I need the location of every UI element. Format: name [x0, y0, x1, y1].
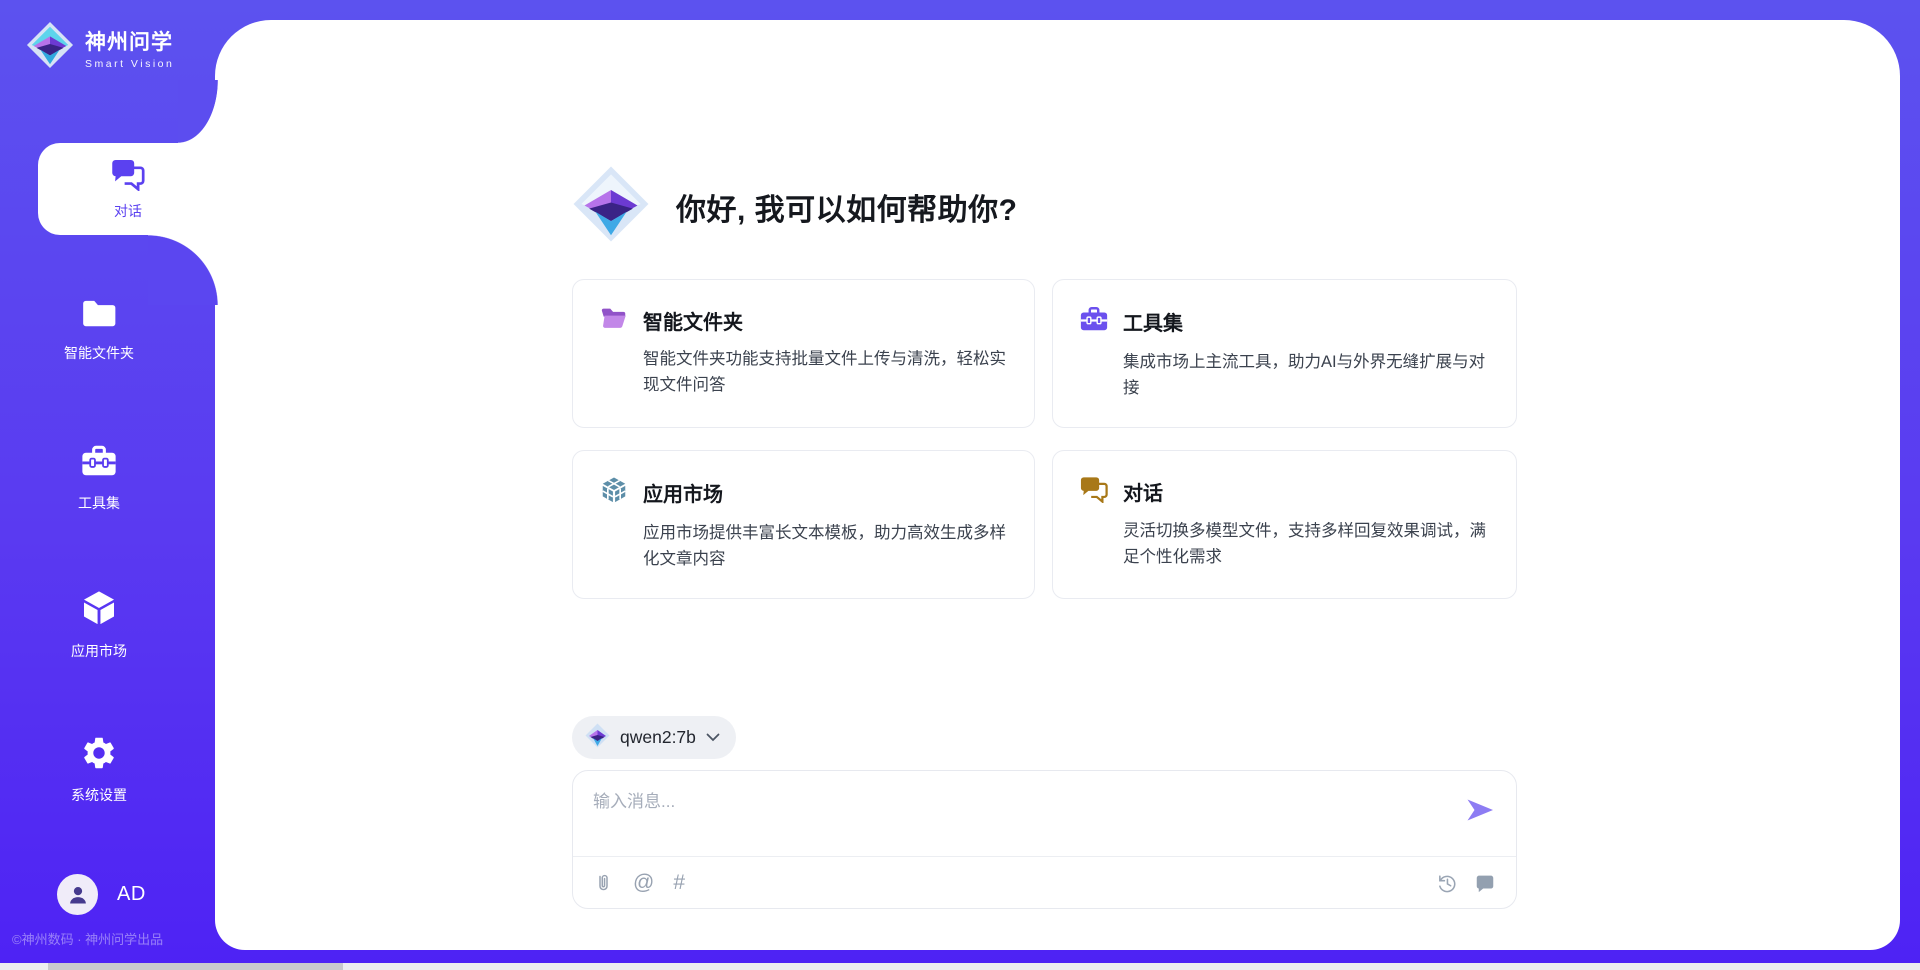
- history-button[interactable]: [1436, 872, 1458, 894]
- history-icon: [1436, 872, 1458, 894]
- tab-fillet-top: [178, 80, 218, 143]
- user-profile[interactable]: AD: [57, 874, 146, 915]
- card-app-market[interactable]: 应用市场 应用市场提供丰富长文本模板，助力高效生成多样化文章内容: [572, 450, 1035, 599]
- brand-logo-icon: [26, 21, 74, 74]
- feedback-bubble-icon: [1474, 872, 1496, 894]
- sidebar-item-smart-folder[interactable]: 智能文件夹: [37, 296, 161, 363]
- card-description: 灵活切换多模型文件，支持多样回复效果调试，满足个性化需求: [1123, 518, 1490, 571]
- card-title: 工具集: [1123, 307, 1183, 336]
- composer-toolbar: @ #: [573, 856, 1516, 908]
- send-button[interactable]: [1464, 794, 1496, 826]
- paperclip-icon: [593, 872, 614, 894]
- sidebar-item-settings[interactable]: 系统设置: [37, 734, 161, 805]
- chevron-down-icon: [706, 729, 720, 747]
- model-selector[interactable]: qwen2:7b: [572, 716, 736, 759]
- message-composer: @ #: [572, 770, 1517, 909]
- person-icon: [66, 883, 90, 906]
- model-name: qwen2:7b: [620, 727, 696, 748]
- chat-icon: [110, 157, 146, 196]
- briefcase-icon: [1079, 304, 1109, 339]
- message-input[interactable]: [593, 787, 1423, 845]
- greeting-title: 你好, 我可以如何帮助你?: [676, 185, 1018, 229]
- sidebar-item-app-market[interactable]: 应用市场: [37, 588, 161, 661]
- card-smart-folder[interactable]: 智能文件夹 智能文件夹功能支持批量文件上传与清洗，轻松实现文件问答: [572, 279, 1035, 428]
- brand-name: 神州问学: [85, 26, 174, 56]
- greeting: 你好, 我可以如何帮助你?: [572, 165, 1018, 248]
- feedback-button[interactable]: [1474, 872, 1496, 894]
- folder-open-icon: [599, 304, 629, 336]
- card-description: 集成市场上主流工具，助力AI与外界无缝扩展与对接: [1123, 349, 1490, 402]
- hashtag-button[interactable]: #: [673, 872, 685, 893]
- card-description: 应用市场提供丰富长文本模板，助力高效生成多样化文章内容: [643, 520, 1008, 573]
- sidebar-item-label: 对话: [114, 201, 142, 221]
- chat-icon: [1079, 475, 1109, 508]
- sidebar-item-chat[interactable]: 对话: [38, 143, 218, 235]
- sidebar-item-toolkit[interactable]: 工具集: [37, 442, 161, 513]
- tab-fillet-bottom: [148, 235, 218, 305]
- sidebar-item-label: 应用市场: [71, 641, 127, 661]
- toolbox-icon: [80, 442, 118, 485]
- card-description: 智能文件夹功能支持批量文件上传与清洗，轻松实现文件问答: [643, 346, 1008, 399]
- gear-icon: [80, 734, 118, 777]
- cube-grid-icon: [599, 475, 629, 510]
- app-window: 神州问学 Smart Vision 对话 智能文件夹: [0, 0, 1920, 970]
- user-initials: AD: [117, 883, 146, 906]
- copyright-text: ©神州数码 · 神州问学出品: [12, 929, 163, 948]
- card-title: 对话: [1123, 477, 1163, 506]
- brand: 神州问学 Smart Vision: [26, 21, 174, 74]
- feature-cards: 智能文件夹 智能文件夹功能支持批量文件上传与清洗，轻松实现文件问答: [572, 279, 1517, 599]
- sidebar-item-label: 智能文件夹: [64, 343, 134, 363]
- send-icon: [1464, 794, 1496, 826]
- attach-file-button[interactable]: [593, 872, 614, 894]
- main-panel: 你好, 我可以如何帮助你? 智能文件夹 智能文件夹功能支持批量文件上传与清洗，轻…: [215, 20, 1900, 950]
- cube-icon: [79, 588, 119, 633]
- avatar: [57, 874, 98, 915]
- scrollbar-thumb[interactable]: [48, 963, 343, 970]
- card-toolkit[interactable]: 工具集 集成市场上主流工具，助力AI与外界无缝扩展与对接: [1052, 279, 1517, 428]
- brand-subtitle: Smart Vision: [85, 58, 174, 70]
- assistant-logo-icon: [572, 165, 650, 248]
- horizontal-scrollbar[interactable]: [0, 963, 1920, 970]
- sidebar-item-label: 系统设置: [71, 785, 127, 805]
- mention-button[interactable]: @: [633, 872, 654, 893]
- sidebar-item-label: 工具集: [78, 493, 120, 513]
- folder-icon: [80, 296, 118, 335]
- model-logo-icon: [585, 723, 610, 753]
- card-title: 应用市场: [643, 478, 723, 507]
- card-chat[interactable]: 对话 灵活切换多模型文件，支持多样回复效果调试，满足个性化需求: [1052, 450, 1517, 599]
- card-title: 智能文件夹: [643, 306, 743, 335]
